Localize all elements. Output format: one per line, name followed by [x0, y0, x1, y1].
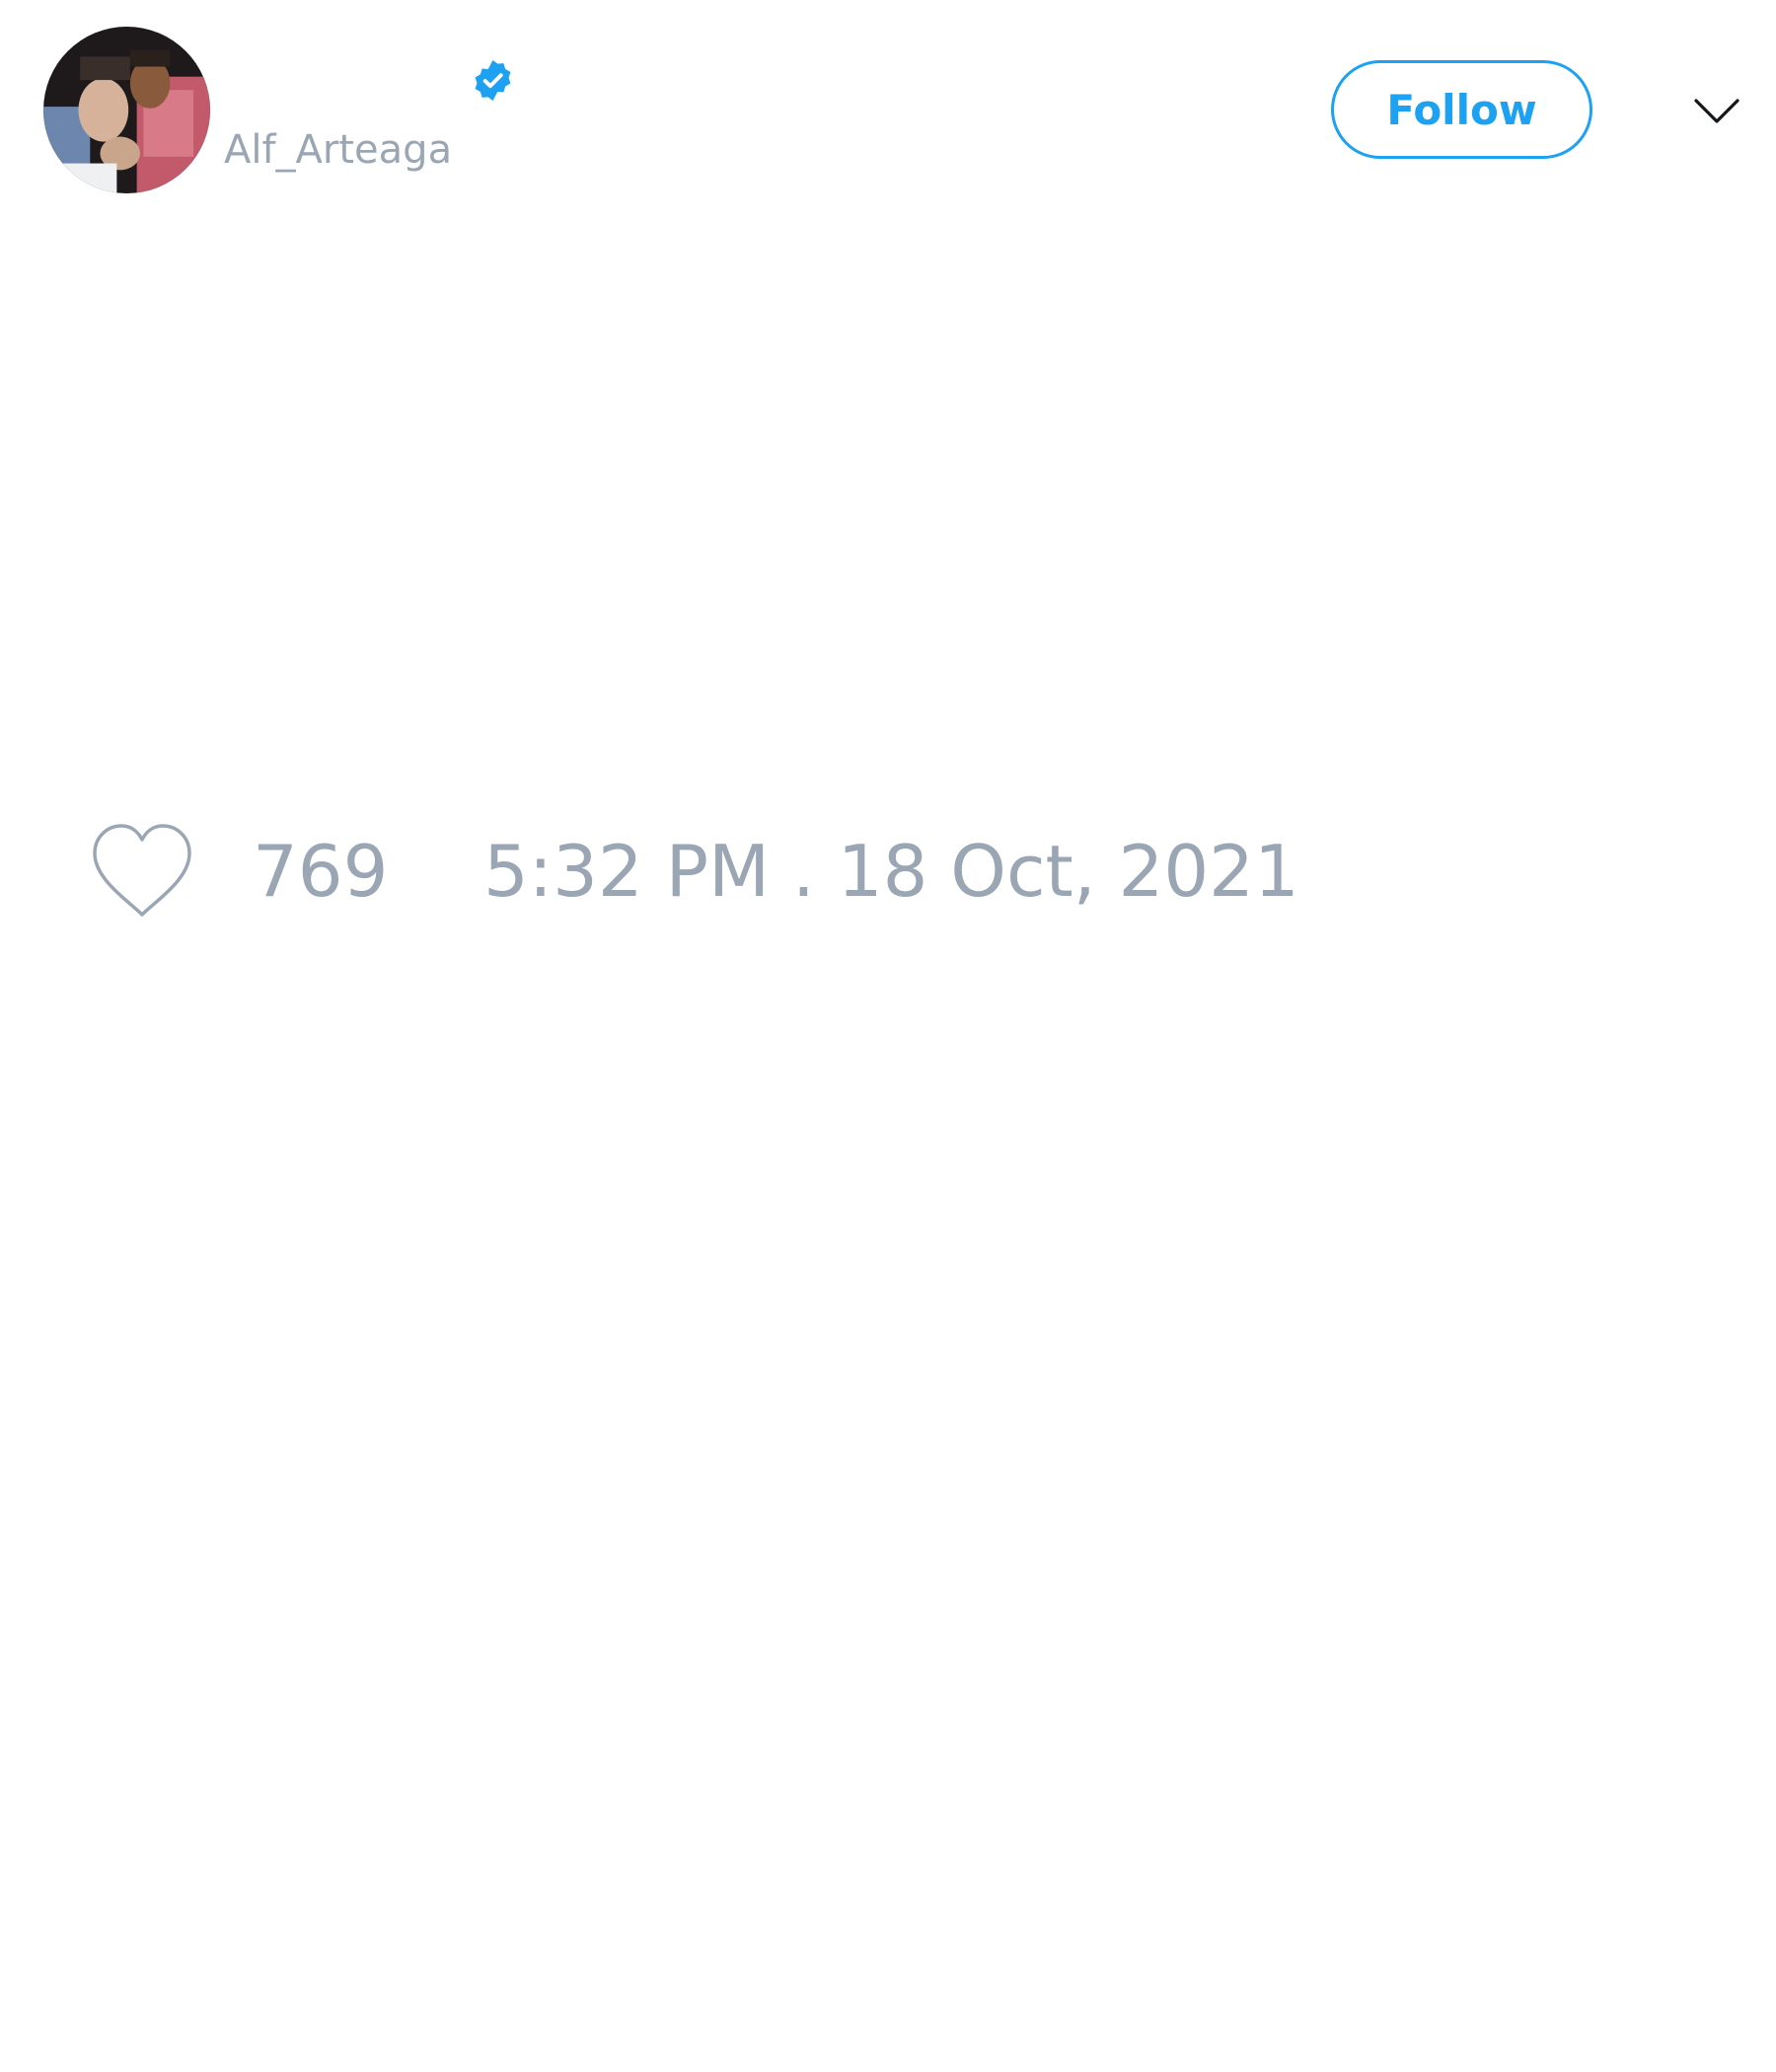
verified-badge-icon — [470, 57, 516, 104]
tweet-timestamp[interactable]: 5:32 PM . 18 Oct, 2021 — [483, 827, 1299, 916]
user-handle[interactable]: Alf_Arteaga — [224, 122, 452, 178]
heart-outline-icon[interactable] — [89, 822, 195, 921]
avatar-photo — [43, 27, 210, 193]
chevron-down-icon[interactable] — [1692, 91, 1741, 130]
follow-button[interactable]: Follow — [1331, 60, 1592, 159]
avatar[interactable] — [43, 27, 210, 193]
like-count: 769 — [253, 830, 389, 913]
